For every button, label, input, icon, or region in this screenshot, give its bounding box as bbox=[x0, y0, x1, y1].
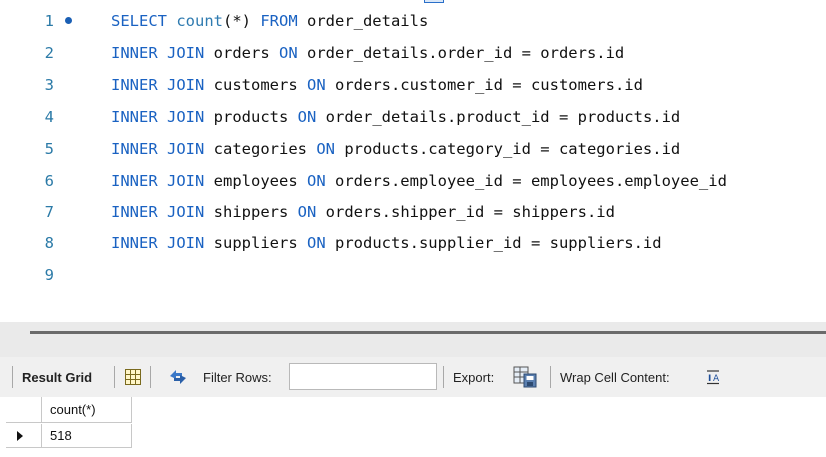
svg-text:I: I bbox=[708, 374, 711, 384]
row-marker[interactable] bbox=[6, 424, 42, 448]
code-line[interactable]: 9 bbox=[0, 264, 826, 286]
sql-text: order_details.product_id = products.id bbox=[316, 108, 681, 126]
sql-keyword: ON bbox=[297, 203, 317, 221]
sql-keyword: ON bbox=[306, 76, 326, 94]
sql-text: orders.employee_id = employees.employee_… bbox=[325, 172, 727, 190]
svg-text:A: A bbox=[713, 374, 720, 384]
export-label: Export: bbox=[453, 369, 495, 385]
grid-icon[interactable] bbox=[124, 357, 142, 397]
sql-editor[interactable]: 1 SELECT count(*) FROM order_details 2 INNE… bbox=[0, 0, 826, 322]
code-text: INNER JOIN orders ON order_details.order… bbox=[111, 42, 624, 64]
line-number: 9 bbox=[44, 266, 54, 284]
line-number: 7 bbox=[44, 203, 54, 221]
sql-text: products.category_id = categories.id bbox=[334, 140, 681, 158]
sql-text: orders.customer_id = customers.id bbox=[325, 76, 643, 94]
code-text: SELECT count(*) FROM order_details bbox=[111, 10, 428, 32]
sql-keyword: INNER JOIN bbox=[111, 108, 205, 126]
code-line[interactable]: 1 SELECT count(*) FROM order_details bbox=[0, 10, 826, 32]
scroll-marker bbox=[424, 0, 444, 3]
toolbar-separator bbox=[443, 366, 444, 388]
sql-text: shippers bbox=[204, 203, 298, 221]
code-text: INNER JOIN customers ON orders.customer_… bbox=[111, 74, 643, 96]
sql-text: orders bbox=[204, 44, 279, 62]
line-number: 4 bbox=[44, 108, 54, 126]
refresh-arrows-icon[interactable] bbox=[166, 357, 190, 397]
sql-keyword: FROM bbox=[260, 12, 298, 30]
toolbar-separator bbox=[12, 366, 13, 388]
wrap-cell-content-label: Wrap Cell Content: bbox=[560, 369, 670, 385]
sql-keyword: INNER JOIN bbox=[111, 140, 205, 158]
sql-text: suppliers bbox=[204, 234, 307, 252]
line-number: 8 bbox=[44, 234, 54, 252]
code-text: INNER JOIN categories ON products.catego… bbox=[111, 138, 680, 160]
line-number: 1 bbox=[44, 12, 54, 30]
code-line[interactable]: 3 INNER JOIN customers ON orders.customer… bbox=[0, 74, 826, 96]
code-line[interactable]: 5 INNER JOIN categories ON products.categ… bbox=[0, 138, 826, 160]
code-line[interactable]: 6 INNER JOIN employees ON orders.employee… bbox=[0, 170, 826, 192]
sql-text: products bbox=[204, 108, 298, 126]
line-number: 3 bbox=[44, 76, 54, 94]
result-grid-button[interactable]: Result Grid bbox=[22, 357, 92, 397]
result-cell[interactable]: 518 bbox=[42, 424, 132, 448]
current-row-arrow-icon bbox=[17, 431, 23, 441]
wrap-text-icon[interactable]: I A bbox=[704, 357, 722, 397]
code-text: INNER JOIN employees ON orders.employee_… bbox=[111, 170, 727, 192]
result-grid: count(*) 518 bbox=[0, 397, 826, 457]
sql-text: order_details bbox=[297, 12, 429, 30]
export-icon[interactable] bbox=[512, 357, 538, 397]
code-line[interactable]: 4 INNER JOIN products ON order_details.pr… bbox=[0, 106, 826, 128]
sql-text: orders.shipper_id = shippers.id bbox=[316, 203, 615, 221]
code-line[interactable]: 8 INNER JOIN suppliers ON products.suppli… bbox=[0, 232, 826, 254]
sql-keyword: INNER JOIN bbox=[111, 76, 205, 94]
sql-keyword: SELECT bbox=[111, 12, 177, 30]
code-line[interactable]: 7 INNER JOIN shippers ON orders.shipper_i… bbox=[0, 201, 826, 223]
column-header-count[interactable]: count(*) bbox=[42, 397, 132, 423]
sql-text: customers bbox=[204, 76, 307, 94]
sql-text: employees bbox=[204, 172, 307, 190]
grid-corner bbox=[6, 397, 42, 423]
code-text: INNER JOIN shippers ON orders.shipper_id… bbox=[111, 201, 615, 223]
statement-marker-icon bbox=[65, 17, 72, 24]
sql-keyword: ON bbox=[316, 140, 335, 158]
sql-text: order_details.order_id = orders.id bbox=[297, 44, 625, 62]
sql-keyword: INNER JOIN bbox=[111, 172, 205, 190]
line-number: 2 bbox=[44, 44, 54, 62]
sql-function: count bbox=[176, 12, 223, 30]
code-line[interactable]: 2 INNER JOIN orders ON order_details.orde… bbox=[0, 42, 826, 64]
result-toolbar: Result Grid Filter Rows: Export: Wrap Ce… bbox=[0, 357, 826, 397]
sql-keyword: ON bbox=[297, 108, 317, 126]
sql-text: products.supplier_id = suppliers.id bbox=[325, 234, 662, 252]
sql-keyword: INNER JOIN bbox=[111, 44, 205, 62]
line-number: 5 bbox=[44, 140, 54, 158]
sql-text: categories bbox=[204, 140, 317, 158]
sql-text: (*) bbox=[223, 12, 261, 30]
splitter-bar bbox=[30, 331, 826, 334]
sql-keyword: INNER JOIN bbox=[111, 234, 205, 252]
toolbar-separator bbox=[114, 366, 115, 388]
code-text: INNER JOIN suppliers ON products.supplie… bbox=[111, 232, 662, 254]
sql-keyword: ON bbox=[306, 172, 326, 190]
code-text: INNER JOIN products ON order_details.pro… bbox=[111, 106, 680, 128]
filter-rows-input[interactable] bbox=[289, 363, 437, 390]
sql-keyword: ON bbox=[306, 234, 326, 252]
filter-rows-label: Filter Rows: bbox=[203, 369, 272, 385]
toolbar-separator bbox=[150, 366, 151, 388]
line-number: 6 bbox=[44, 172, 54, 190]
panel-splitter[interactable] bbox=[0, 322, 826, 357]
toolbar-separator bbox=[550, 366, 551, 388]
sql-keyword: INNER JOIN bbox=[111, 203, 205, 221]
sql-keyword: ON bbox=[278, 44, 298, 62]
